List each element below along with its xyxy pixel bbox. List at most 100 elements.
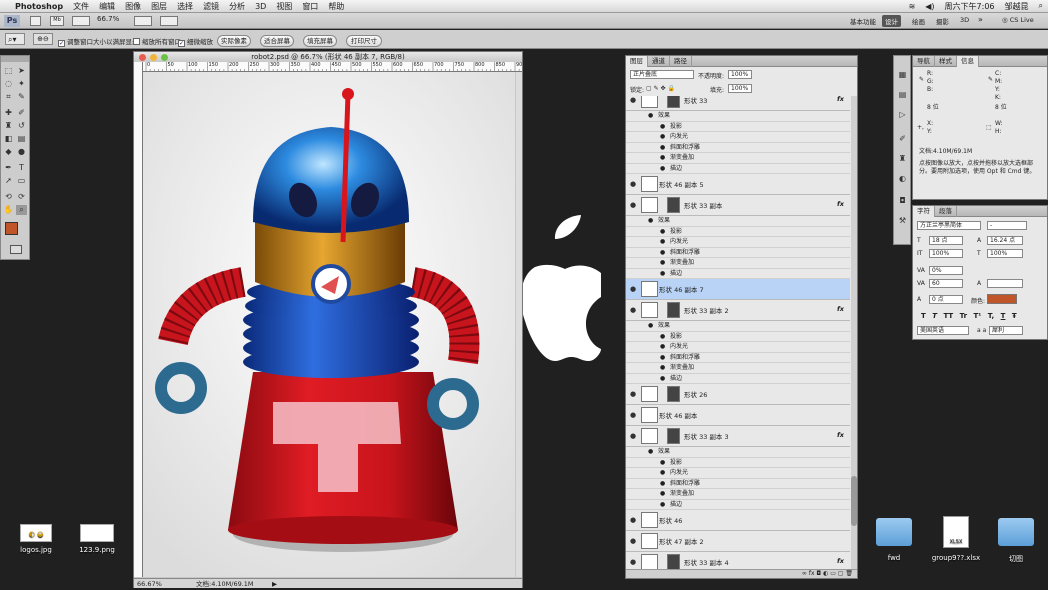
layer-row[interactable]: ● 形状 33 副本 4 fx bbox=[626, 552, 850, 570]
effect-eye-icon[interactable]: ● bbox=[660, 153, 665, 163]
language-select[interactable]: 美国英语 bbox=[917, 326, 969, 335]
volume-icon[interactable]: ◀) bbox=[920, 2, 939, 11]
eye-icon[interactable]: ● bbox=[630, 537, 636, 545]
baseline-shift-input[interactable]: 0 点 bbox=[929, 295, 963, 304]
masks-icon[interactable]: ◘ bbox=[897, 196, 908, 206]
close-window-icon[interactable] bbox=[139, 54, 146, 61]
strikethrough-button[interactable]: Ŧ bbox=[1012, 312, 1017, 320]
anti-alias-select[interactable]: 犀利 bbox=[989, 326, 1023, 335]
desktop-file-logos[interactable]: ◐ ◒ logos.jpg bbox=[18, 524, 54, 554]
tab-navigator[interactable]: 导航 bbox=[913, 56, 935, 67]
underline-button[interactable]: T bbox=[1001, 312, 1006, 320]
small-caps-button[interactable]: Tr bbox=[960, 312, 967, 320]
link-layers-icon[interactable]: ∞ bbox=[802, 570, 809, 577]
tab-styles[interactable]: 样式 bbox=[935, 56, 957, 67]
zoom-tool-preset-icon[interactable]: ⌕▾ bbox=[5, 33, 25, 45]
effect-eye-icon[interactable]: ● bbox=[660, 164, 665, 174]
zoom-in-out-icon[interactable]: ⊕⊖ bbox=[33, 33, 53, 45]
effect-eye-icon[interactable]: ● bbox=[660, 143, 665, 153]
desktop-folder-qietu[interactable]: 切图 bbox=[996, 518, 1036, 564]
effect-row[interactable]: ● 投影 bbox=[626, 331, 850, 342]
3d-orbit-tool-icon[interactable]: ⟳ bbox=[16, 192, 27, 202]
brush-tool-icon[interactable]: ✐ bbox=[16, 108, 27, 118]
status-menu-arrow-icon[interactable]: ▶ bbox=[272, 579, 277, 589]
wifi-icon[interactable]: ≋ bbox=[904, 2, 921, 11]
effects-eye-icon[interactable]: ● bbox=[648, 447, 653, 457]
horizontal-ruler[interactable]: 0 50 100 150 200 250 300 350 400 450 500 550 600 650 7… bbox=[143, 62, 522, 72]
layer-row[interactable]: ● 形状 33 副本 fx bbox=[626, 195, 850, 216]
layer-row[interactable]: ● 形状 46 bbox=[626, 510, 850, 531]
font-style-select[interactable]: - bbox=[987, 221, 1027, 230]
vertical-scale-input[interactable]: 100% bbox=[929, 249, 963, 258]
eye-icon[interactable]: ● bbox=[630, 180, 636, 188]
tab-channels[interactable]: 通道 bbox=[648, 56, 670, 67]
zoom-level-select[interactable]: 66.7% bbox=[97, 15, 119, 23]
mini-bridge-icon[interactable]: Mb bbox=[50, 16, 64, 26]
workspace-photography[interactable]: 摄影 bbox=[936, 16, 949, 26]
brushes-icon[interactable]: ✐ bbox=[897, 134, 908, 144]
subscript-button[interactable]: T, bbox=[988, 312, 994, 320]
kerning-input[interactable]: 60 bbox=[929, 279, 963, 288]
effect-row[interactable]: ● 斜面和浮雕 bbox=[626, 352, 850, 363]
magic-wand-tool-icon[interactable]: ✦ bbox=[16, 79, 27, 89]
effect-eye-icon[interactable]: ● bbox=[660, 122, 665, 132]
bridge-icon[interactable] bbox=[30, 16, 41, 26]
layer-row[interactable]: ● 形状 46 副本 bbox=[626, 405, 850, 426]
menu-item-select[interactable]: 选择 bbox=[172, 1, 198, 12]
actions-icon[interactable]: ▷ bbox=[897, 110, 908, 120]
workspace-design[interactable]: 设计 bbox=[882, 15, 901, 27]
opacity-input[interactable]: 100% bbox=[728, 70, 752, 79]
pen-tool-icon[interactable]: ✒ bbox=[3, 163, 14, 173]
eye-icon[interactable]: ● bbox=[630, 96, 636, 104]
effect-eye-icon[interactable]: ● bbox=[660, 342, 665, 352]
effect-eye-icon[interactable]: ● bbox=[660, 500, 665, 510]
adjustments-icon[interactable]: ◐ bbox=[897, 174, 908, 184]
effects-eye-icon[interactable]: ● bbox=[648, 321, 653, 331]
menu-item-view[interactable]: 视图 bbox=[271, 1, 297, 12]
arrange-documents-icon[interactable] bbox=[134, 16, 152, 26]
effect-row[interactable]: ● 斜面和浮雕 bbox=[626, 142, 850, 153]
effect-row[interactable]: ● 投影 bbox=[626, 226, 850, 237]
eye-icon[interactable]: ● bbox=[630, 516, 636, 524]
font-size-input[interactable]: 18 点 bbox=[929, 236, 963, 245]
layer-row[interactable]: ● 形状 26 bbox=[626, 384, 850, 405]
font-family-select[interactable]: 方正兰亭黑简体 bbox=[917, 221, 981, 230]
eye-icon[interactable]: ● bbox=[630, 432, 636, 440]
toolbox-header[interactable] bbox=[1, 56, 29, 62]
effect-eye-icon[interactable]: ● bbox=[660, 468, 665, 478]
desktop-file-xlsx[interactable]: XLSX group9??.xlsx bbox=[928, 516, 984, 562]
eyedropper-tool-icon[interactable]: ✎ bbox=[16, 92, 27, 102]
vertical-scrollbar[interactable] bbox=[516, 72, 522, 577]
zoom-all-windows-checkbox[interactable]: 缩放所有窗口 bbox=[133, 36, 181, 46]
dodge-tool-icon[interactable]: ● bbox=[16, 147, 27, 157]
user-name[interactable]: 邹越昆 bbox=[1000, 1, 1034, 12]
effect-row[interactable]: ● 内发光 bbox=[626, 132, 850, 143]
layer-row[interactable]: ● 形状 33 fx bbox=[626, 96, 850, 111]
effect-eye-icon[interactable]: ● bbox=[660, 458, 665, 468]
view-extras-icon[interactable] bbox=[72, 16, 90, 26]
more-workspaces-icon[interactable]: » bbox=[978, 15, 983, 24]
eye-icon[interactable]: ● bbox=[630, 285, 636, 293]
layer-row[interactable]: ● 形状 46 副本 5 bbox=[626, 174, 850, 195]
faux-bold-button[interactable]: T bbox=[921, 312, 926, 320]
scrubby-zoom-checkbox[interactable]: ✓ 细微缩放 bbox=[178, 36, 213, 47]
layers-scrollbar[interactable] bbox=[851, 96, 857, 570]
layer-fx-icon[interactable]: fx bbox=[837, 557, 844, 565]
effect-eye-icon[interactable]: ● bbox=[660, 353, 665, 363]
eye-icon[interactable]: ● bbox=[630, 390, 636, 398]
effect-row[interactable]: ● 描边 bbox=[626, 163, 850, 174]
marquee-tool-icon[interactable]: ⬚ bbox=[3, 66, 14, 76]
effects-group-row[interactable]: ● 效果 bbox=[626, 321, 850, 332]
effect-row[interactable]: ● 投影 bbox=[626, 457, 850, 468]
type-tool-icon[interactable]: T bbox=[16, 163, 27, 173]
effect-row[interactable]: ● 渐变叠加 bbox=[626, 363, 850, 374]
resize-windows-checkbox[interactable]: ✓ 调整窗口大小以满屏显示 bbox=[58, 36, 139, 47]
effects-eye-icon[interactable]: ● bbox=[648, 111, 653, 121]
vertical-ruler[interactable] bbox=[134, 62, 143, 577]
cs-live-button[interactable]: ◎ CS Live bbox=[1002, 16, 1034, 24]
layer-fx-icon[interactable]: fx bbox=[837, 200, 844, 208]
layer-fx-icon[interactable]: fx bbox=[837, 305, 844, 313]
effect-eye-icon[interactable]: ● bbox=[660, 227, 665, 237]
effect-row[interactable]: ● 投影 bbox=[626, 121, 850, 132]
tool-presets-icon[interactable]: ⚒ bbox=[897, 216, 908, 226]
